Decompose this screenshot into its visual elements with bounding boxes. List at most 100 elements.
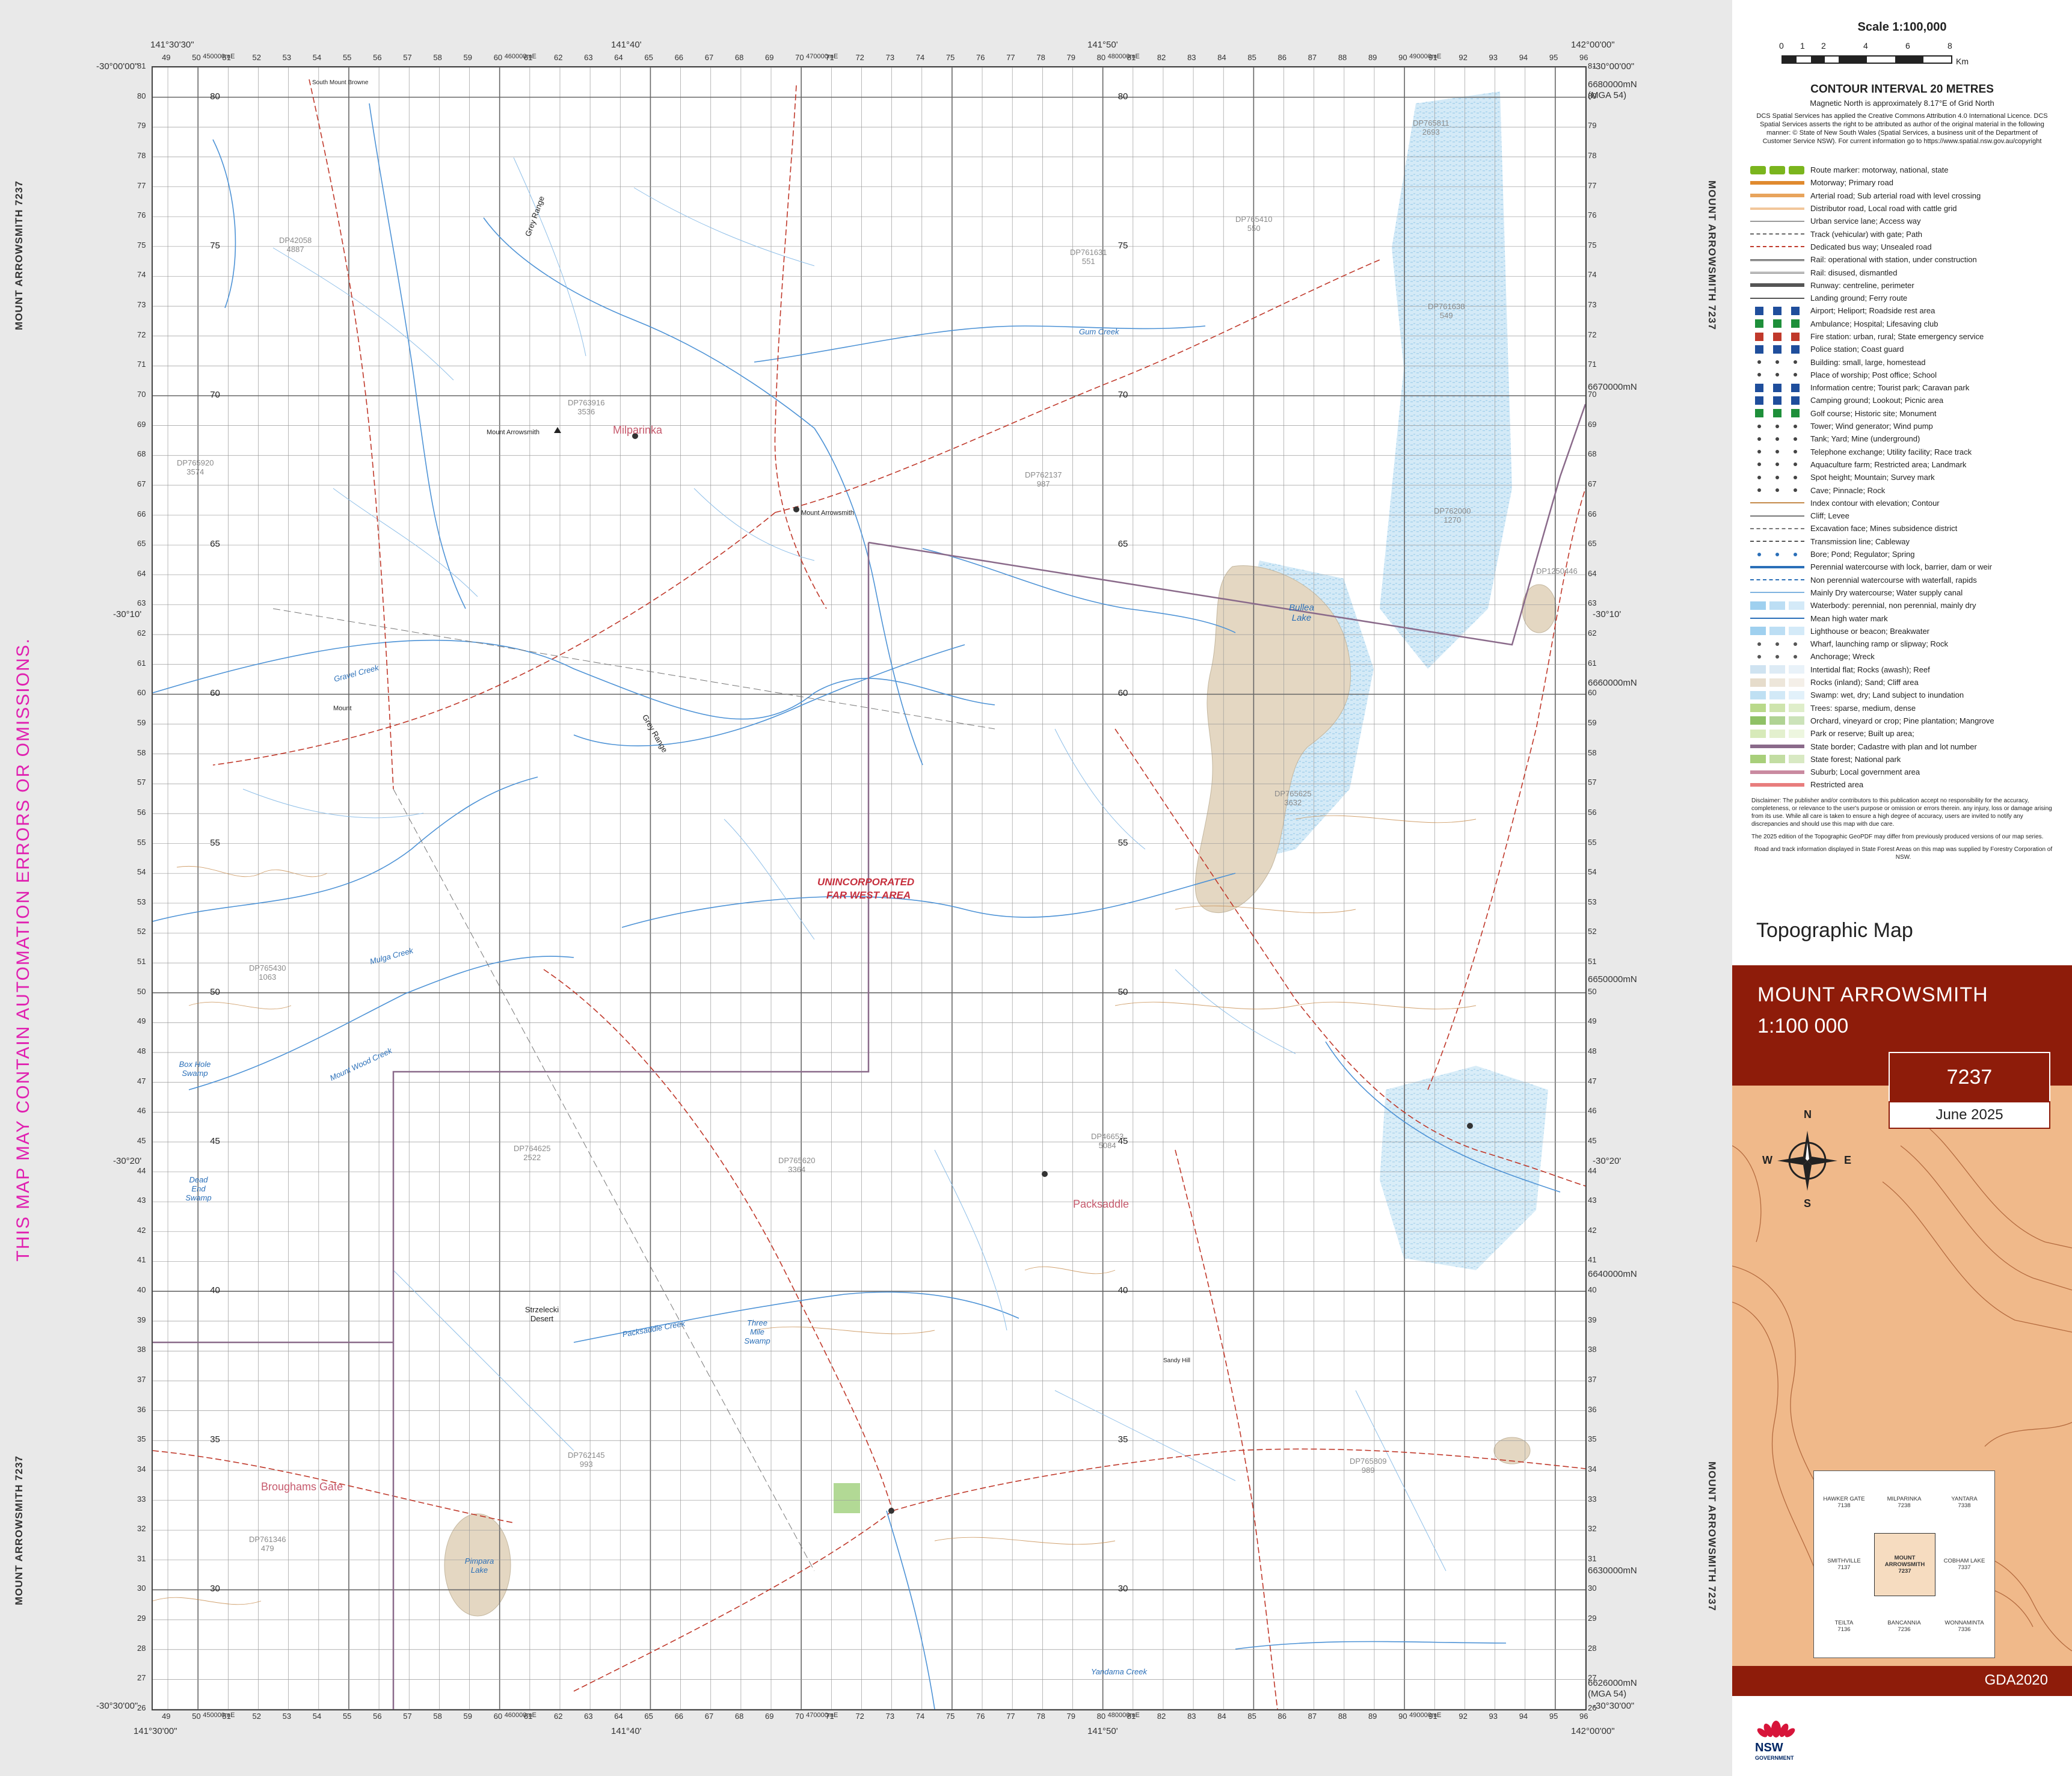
northing-tick-label: 43 <box>1588 1196 1597 1205</box>
parcel-dp: DP765811 <box>1413 118 1449 128</box>
northing-tick-label: 35 <box>137 1434 146 1444</box>
easting-tick-label: 62 <box>553 1712 563 1721</box>
northing-tick-label: 60 <box>1588 688 1597 698</box>
legend-label: Cliff; Levee <box>1810 511 1849 521</box>
northing-tick-label: 66 <box>1588 509 1597 518</box>
easting-tick-label: 94 <box>1519 1712 1528 1721</box>
easting-tick-label: 93 <box>1489 53 1498 62</box>
easting-tick-label: 56 <box>373 53 382 62</box>
nsw-government: GOVERNMENT <box>1755 1755 1794 1761</box>
legend-label: Excavation face; Mines subsidence distri… <box>1810 524 1958 533</box>
parcel-label: DP765430 1063 <box>249 963 286 982</box>
lon-top-141-50: 141°50' <box>1087 40 1118 50</box>
northing-tick-label: 34 <box>1588 1464 1597 1473</box>
legend-label: Orchard, vineyard or crop; Pine plantati… <box>1810 716 1994 725</box>
northing-tick-label: 79 <box>137 121 146 131</box>
magnetic-north-note: Magnetic North is approximately 8.17°E o… <box>1810 99 1994 108</box>
easting-tick-label: 54 <box>312 1712 322 1721</box>
easting-tick-label: 79 <box>1066 1712 1075 1721</box>
crop-area <box>834 1483 860 1513</box>
grid-value-label: 80 <box>210 91 220 102</box>
legend-symbol <box>1750 627 1804 636</box>
scale-number: 8 <box>1947 41 1952 51</box>
legend-label: Transmission line; Cableway <box>1810 536 1910 546</box>
index-sheet-name: COBHAM LAKE <box>1943 1557 1985 1564</box>
northing-tick-label: 74 <box>1588 270 1597 280</box>
northing-tick-label: 42 <box>1588 1225 1597 1235</box>
lat-30-20-right: -30°20' <box>1593 1156 1622 1166</box>
topographic-map[interactable]: Milparinka Mount Arrowsmith Mount Arrows… <box>152 66 1587 1710</box>
northing-mga-label-bottom: (MGA 54) <box>1588 1689 1627 1699</box>
legend-symbol <box>1750 422 1804 431</box>
easting-tick-label: 66 <box>674 1712 684 1721</box>
scale-number: 1 <box>1800 41 1805 51</box>
lon-bottom-141-50: 141°50' <box>1087 1726 1118 1736</box>
grid-value-label: 80 <box>1117 91 1128 102</box>
northing-tick-label: 51 <box>1588 957 1597 966</box>
legend-label: Golf course; Historic site; Monument <box>1810 408 1937 418</box>
northing-tick-label: 65 <box>1588 539 1597 548</box>
northing-tick-label: 42 <box>137 1225 146 1235</box>
scale-number: 0 <box>1779 41 1784 51</box>
northing-tick-label: 30 <box>137 1584 146 1593</box>
index-sheet-cell: YANTARA 7338 <box>1934 1471 1994 1533</box>
legend-symbol <box>1750 460 1804 469</box>
easting-tick-label: 92 <box>1459 1712 1468 1721</box>
legend-label: Swamp: wet, dry; Land subject to inundat… <box>1810 690 1964 700</box>
easting-tick-label: 69 <box>765 53 774 62</box>
index-sheet-name: SMITHVILLE <box>1827 1557 1861 1564</box>
northing-tick-label: 58 <box>1588 748 1597 757</box>
easting-tick-label: 74 <box>915 1712 925 1721</box>
northing-tick-label: 60 <box>137 688 146 698</box>
legend-row: Track (vehicular) with gate; Path <box>1750 227 2057 240</box>
legend-label: Track (vehicular) with gate; Path <box>1810 229 1922 239</box>
grid-value-label: 50 <box>1117 986 1128 997</box>
northing-tick-label: 31 <box>137 1553 146 1563</box>
northing-tick-label: 58 <box>137 748 146 757</box>
legend-row: Airport; Heliport; Roadside rest area <box>1750 304 2057 317</box>
easting-tick-label: 90 <box>1398 53 1407 62</box>
legend-label: Route marker: motorway, national, state <box>1810 165 1949 175</box>
easting-tick-label: 78 <box>1036 1712 1045 1721</box>
northing-tick-label: 68 <box>137 449 146 459</box>
easting-tick-label: 50 <box>192 53 201 62</box>
inundation-area-east <box>1380 91 1512 669</box>
parcel-label: DP761638 549 <box>1428 302 1465 320</box>
northing-tick-label: 31 <box>1588 1553 1597 1563</box>
index-sheet-cell: WONNAMINTA 7336 <box>1934 1595 1994 1657</box>
grid-value-label: 60 <box>210 688 220 699</box>
index-sheet-cell: SMITHVILLE 7137 <box>1814 1533 1874 1595</box>
legend-row: Camping ground; Lookout; Picnic area <box>1750 394 2057 407</box>
easting-tick-label: 57 <box>403 53 412 62</box>
northing-tick-label: 64 <box>137 568 146 578</box>
label-south-mount-browne: South Mount Browne <box>312 79 369 86</box>
northing-6640000-label: 6640000mN <box>1588 1269 1637 1279</box>
easting-tick-label: 49 <box>162 53 171 62</box>
northing-tick-label: 32 <box>1588 1524 1597 1534</box>
legend-symbol <box>1750 524 1804 533</box>
compass-s: S <box>1804 1197 1812 1209</box>
legend-label: Landing ground; Ferry route <box>1810 293 1908 303</box>
parcel-dp: DP761346 <box>249 1535 286 1544</box>
legend-symbol <box>1750 742 1804 751</box>
contour-interval: CONTOUR INTERVAL 20 METRES <box>1810 83 1994 96</box>
parcel-number: 4887 <box>286 245 304 254</box>
northing-tick-label: 40 <box>1588 1285 1597 1295</box>
legend-symbol <box>1750 191 1804 200</box>
northing-tick-label: 63 <box>137 598 146 608</box>
legend-label: Anchorage; Wreck <box>1810 652 1875 662</box>
label-mount-arrowsmith-peak: Mount Arrowsmith <box>487 429 540 436</box>
grid-value-label: 30 <box>1117 1584 1128 1594</box>
easting-major-label: 460000mE <box>504 53 536 60</box>
legend-label: Aquaculture farm; Restricted area; Landm… <box>1810 459 1967 469</box>
parcel-dp: DP763916 <box>568 398 605 407</box>
northing-tick-label: 59 <box>137 718 146 727</box>
northing-tick-label: 28 <box>137 1643 146 1653</box>
legend-label: Restricted area <box>1810 780 1864 790</box>
northing-tick-label: 52 <box>137 927 146 936</box>
grid-value-label: 65 <box>1117 539 1128 550</box>
parcel-number: 479 <box>260 1544 274 1553</box>
legend-row: Wharf, launching ramp or slipway; Rock <box>1750 638 2057 650</box>
legend-symbol <box>1750 499 1804 507</box>
legend-row: Arterial road; Sub arterial road with le… <box>1750 189 2057 202</box>
